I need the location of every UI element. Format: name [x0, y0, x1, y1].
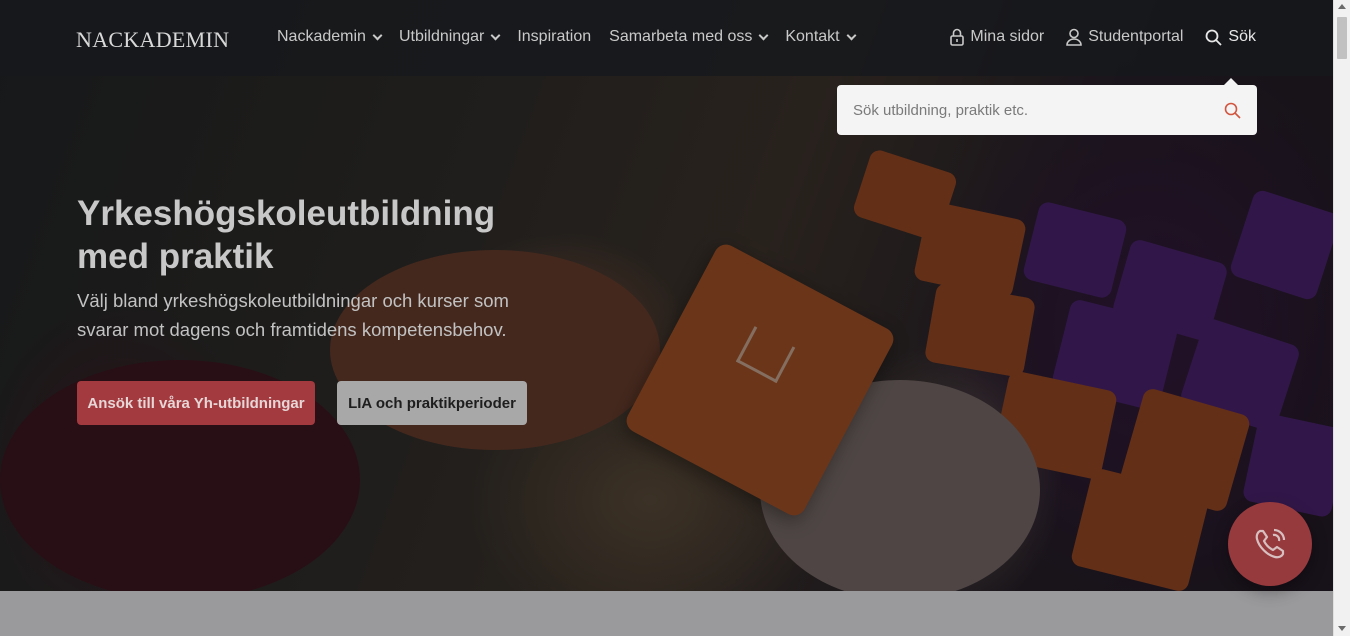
hero-title: Yrkeshögskoleutbildning med praktik [77, 192, 597, 278]
hero-lead-line: svarar mot dagens och framtidens kompete… [77, 319, 507, 340]
chevron-down-icon [372, 30, 383, 40]
lock-icon [950, 28, 965, 46]
menu-item-samarbeta[interactable]: Samarbeta med oss [609, 28, 769, 46]
hero-title-line: med praktik [77, 237, 274, 276]
mina-sidor-link[interactable]: Mina sidor [950, 28, 1044, 46]
user-icon [1066, 28, 1083, 46]
hero-lead-line: Välj bland yrkeshögskoleutbildningar och… [77, 290, 509, 311]
search-icon[interactable] [1224, 102, 1241, 119]
utility-nav: Mina sidor Studentportal Sök [950, 28, 1256, 46]
menu-item-label: Nackademin [277, 28, 366, 45]
menu-item-label: Inspiration [517, 28, 592, 45]
chevron-down-icon [490, 30, 501, 40]
menu-item-nackademin[interactable]: Nackademin [277, 28, 383, 46]
search-icon [1206, 29, 1223, 46]
site-logo[interactable]: NACKADEMIN [76, 27, 229, 53]
lia-button[interactable]: LIA och praktikperioder [337, 381, 527, 425]
menu-item-label: Utbildningar [398, 28, 485, 45]
main-menu: Nackademin Utbildningar Inspiration Sama… [277, 28, 857, 46]
menu-item-kontakt[interactable]: Kontakt [785, 28, 857, 46]
top-navigation: NACKADEMIN Nackademin Utbildningar Inspi… [0, 0, 1333, 76]
menu-item-inspiration[interactable]: Inspiration [517, 28, 591, 46]
apply-yh-button[interactable]: Ansök till våra Yh-utbildningar [77, 381, 315, 425]
call-button[interactable] [1228, 502, 1312, 586]
mina-sidor-label: Mina sidor [970, 28, 1045, 45]
menu-item-utbildningar[interactable]: Utbildningar [398, 28, 501, 46]
search-dropdown [837, 85, 1257, 135]
chevron-down-icon [846, 30, 857, 40]
hero-lead: Välj bland yrkeshögskoleutbildningar och… [77, 286, 547, 344]
menu-item-label: Samarbeta med oss [609, 28, 753, 45]
search-toggle-button[interactable]: Sök [1205, 28, 1256, 46]
scroll-up-arrow-icon[interactable] [1338, 4, 1346, 9]
search-toggle-label: Sök [1228, 28, 1256, 45]
phone-icon [1255, 528, 1286, 559]
scroll-down-arrow-icon[interactable] [1338, 626, 1346, 631]
hero-title-line: Yrkeshögskoleutbildning [77, 194, 496, 233]
menu-item-label: Kontakt [785, 28, 840, 45]
search-input[interactable] [853, 101, 1224, 119]
chevron-down-icon [758, 30, 769, 40]
scroll-thumb[interactable] [1337, 17, 1347, 59]
studentportal-link[interactable]: Studentportal [1066, 28, 1183, 46]
page-scrollbar[interactable] [1333, 0, 1350, 636]
studentportal-label: Studentportal [1088, 28, 1184, 45]
